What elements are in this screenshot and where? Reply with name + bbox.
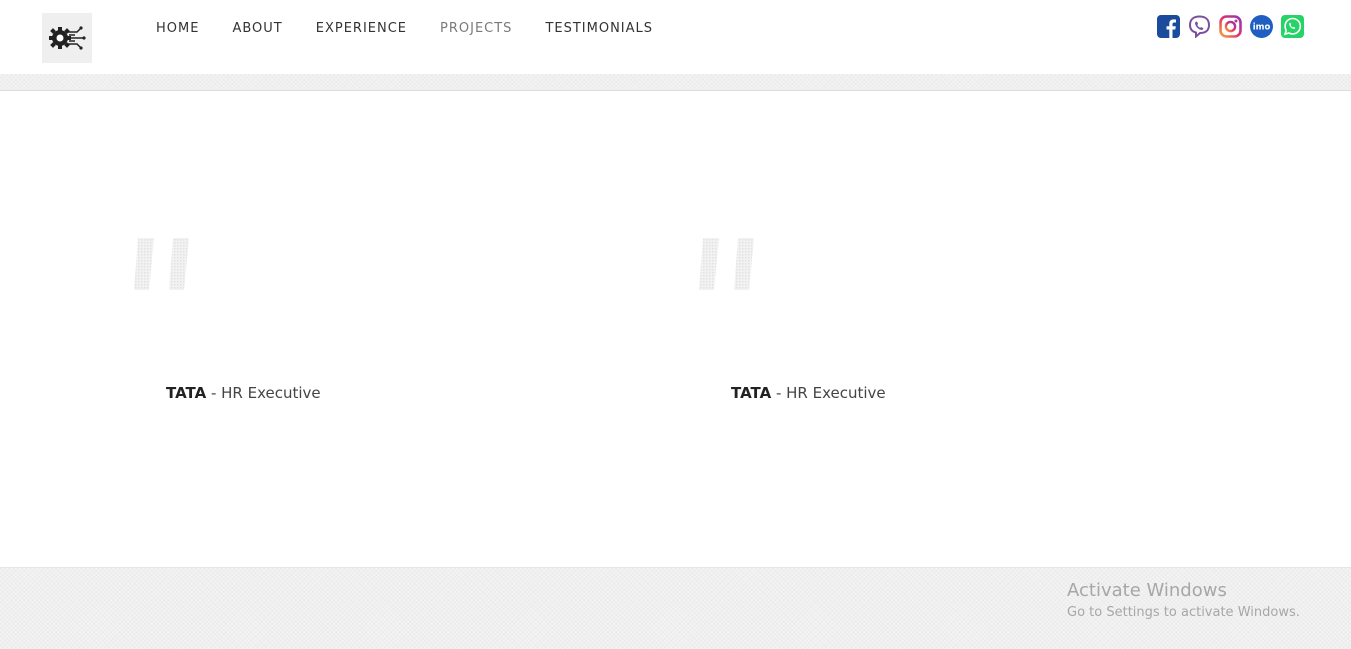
testimonial-company: TATA [731, 384, 772, 402]
logo[interactable] [42, 13, 92, 63]
instagram-icon[interactable] [1219, 15, 1242, 38]
gear-circuit-icon [49, 26, 86, 50]
nav-about[interactable]: ABOUT [232, 20, 282, 38]
testimonial-role: HR Executive [221, 384, 321, 402]
site-header: HOME ABOUT EXPERIENCE PROJECTS TESTIMONI… [0, 0, 1351, 74]
whatsapp-icon[interactable] [1281, 15, 1304, 38]
imo-icon[interactable]: imo [1250, 15, 1273, 38]
quote-mark-icon [697, 236, 757, 292]
activate-windows-watermark: Activate Windows Go to Settings to activ… [1067, 580, 1300, 623]
testimonial-separator: - [771, 384, 787, 402]
viber-icon[interactable] [1188, 15, 1211, 38]
testimonial-separator: - [206, 384, 222, 402]
nav-testimonials[interactable]: TESTIMONIALS [545, 20, 653, 38]
imo-icon-label: imo [1253, 23, 1271, 33]
testimonial-author: TATA - HR Executive [731, 384, 886, 402]
header-divider-band [0, 74, 1351, 91]
quote-mark-icon [132, 236, 192, 292]
social-links: imo [1157, 15, 1304, 38]
watermark-subtitle: Go to Settings to activate Windows. [1067, 605, 1300, 620]
nav-home[interactable]: HOME [156, 20, 199, 38]
watermark-title: Activate Windows [1067, 580, 1227, 601]
nav-experience[interactable]: EXPERIENCE [316, 20, 407, 38]
nav-projects[interactable]: PROJECTS [440, 20, 512, 38]
testimonial-author: TATA - HR Executive [166, 384, 321, 402]
main-nav: HOME ABOUT EXPERIENCE PROJECTS TESTIMONI… [156, 20, 686, 38]
facebook-icon[interactable] [1157, 15, 1180, 38]
testimonial-company: TATA [166, 384, 207, 402]
testimonial-role: HR Executive [786, 384, 886, 402]
